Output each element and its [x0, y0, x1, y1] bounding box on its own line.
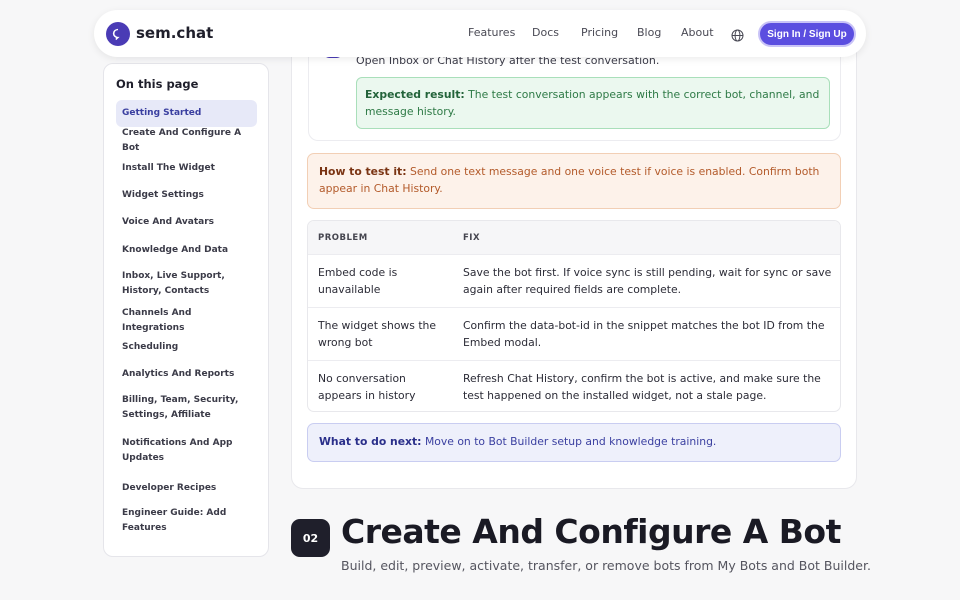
problem-cell: No conversation appears in history	[318, 372, 416, 402]
sidebar-title: On this page	[116, 77, 199, 91]
section-subtitle: Build, edit, preview, activate, transfer…	[341, 558, 871, 573]
sidebar-item-developer-recipes[interactable]: Developer Recipes	[116, 475, 257, 502]
fix-cell: Save the bot first. If voice sync is sti…	[463, 266, 832, 296]
sign-in-button[interactable]: Sign In / Sign Up	[758, 21, 856, 47]
table-row: Embed code is unavailable Save the bot f…	[308, 254, 840, 307]
sidebar-item-billing[interactable]: Billing, Team, Security, Settings, Affil…	[116, 391, 257, 425]
nav-blog[interactable]: Blog	[637, 26, 661, 39]
next-step-callout: What to do next: Move on to Bot Builder …	[307, 423, 841, 462]
on-this-page-sidebar: On this page Getting Started Create And …	[103, 63, 269, 557]
table-row: The widget shows the wrong bot Confirm t…	[308, 307, 840, 360]
troubleshooting-table: PROBLEM FIX Embed code is unavailable Sa…	[307, 220, 841, 412]
sidebar-item-knowledge-data[interactable]: Knowledge And Data	[116, 237, 257, 264]
column-header-problem: PROBLEM	[318, 233, 368, 243]
sidebar-item-inbox-support[interactable]: Inbox, Live Support, History, Contacts	[116, 267, 257, 301]
sidebar-item-engineer-guide[interactable]: Engineer Guide: Add Features	[116, 504, 257, 538]
next-step-text: Move on to Bot Builder setup and knowled…	[424, 435, 717, 448]
sidebar-item-create-bot[interactable]: Create And Configure A Bot	[116, 127, 257, 154]
main-navbar: sem.chat Features Docs Pricing Blog Abou…	[94, 10, 866, 57]
table-header: PROBLEM FIX	[308, 221, 840, 254]
problem-cell: The widget shows the wrong bot	[318, 319, 437, 349]
next-step-label: What to do next:	[319, 435, 422, 448]
column-header-fix: FIX	[463, 233, 481, 243]
how-to-test-label: How to test it:	[319, 165, 407, 178]
sidebar-item-channels[interactable]: Channels And Integrations	[116, 307, 257, 334]
table-row: No conversation appears in history Refre…	[308, 360, 840, 411]
nav-docs[interactable]: Docs	[532, 26, 559, 39]
brand-logo[interactable]: sem.chat	[136, 24, 213, 42]
nav-about[interactable]: About	[681, 26, 714, 39]
section-title: Create And Configure A Bot	[341, 512, 841, 551]
sidebar-item-widget-settings[interactable]: Widget Settings	[116, 182, 257, 209]
expected-result-callout: Expected result: The test conversation a…	[356, 77, 830, 129]
sidebar-item-voice-avatars[interactable]: Voice And Avatars	[116, 209, 257, 236]
nav-features[interactable]: Features	[468, 26, 515, 39]
chat-bubble-icon[interactable]	[106, 22, 130, 46]
how-to-test-callout: How to test it: Send one text message an…	[307, 153, 841, 209]
sidebar-item-analytics[interactable]: Analytics And Reports	[116, 361, 257, 388]
sidebar-item-notifications[interactable]: Notifications And App Updates	[116, 434, 257, 468]
section-number-badge: 02	[291, 519, 330, 557]
problem-cell: Embed code is unavailable	[318, 266, 398, 296]
globe-icon[interactable]	[731, 27, 744, 42]
fix-cell: Refresh Chat History, confirm the bot is…	[463, 372, 821, 402]
sidebar-item-scheduling[interactable]: Scheduling	[116, 334, 257, 361]
expected-result-label: Expected result:	[365, 88, 465, 101]
fix-cell: Confirm the data-bot-id in the snippet m…	[463, 319, 825, 349]
sidebar-item-install-widget[interactable]: Install The Widget	[116, 155, 257, 182]
nav-pricing[interactable]: Pricing	[581, 26, 618, 39]
sidebar-item-getting-started[interactable]: Getting Started	[116, 100, 257, 127]
